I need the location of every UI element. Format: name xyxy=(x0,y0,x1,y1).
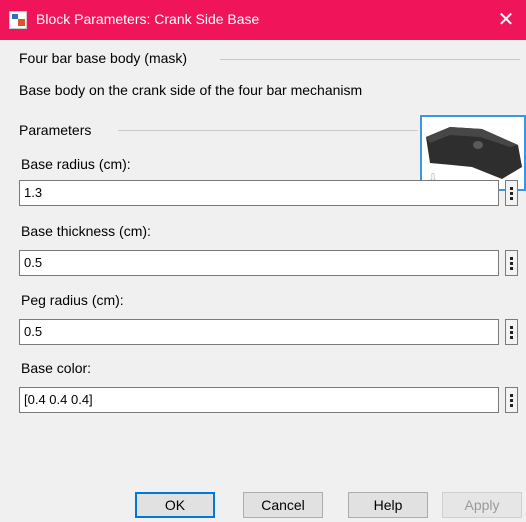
base-radius-input[interactable]: 1.3 xyxy=(19,180,499,206)
mask-group-title: Four bar base body (mask) xyxy=(19,50,188,66)
title-bar: Block Parameters: Crank Side Base ✕ xyxy=(0,0,526,40)
base-thickness-label: Base thickness (cm): xyxy=(21,223,151,239)
base-color-input[interactable]: [0.4 0.4 0.4] xyxy=(19,387,499,413)
peg-radius-options-button[interactable] xyxy=(505,319,518,345)
peg-radius-input[interactable]: 0.5 xyxy=(19,319,499,345)
base-color-label: Base color: xyxy=(21,360,92,376)
base-radius-options-button[interactable] xyxy=(505,180,518,206)
parameters-group-divider xyxy=(118,130,418,131)
cancel-button[interactable]: Cancel xyxy=(243,492,323,518)
mask-group-divider xyxy=(220,59,520,60)
base-thickness-input[interactable]: 0.5 xyxy=(19,250,499,276)
apply-button: Apply xyxy=(442,492,522,518)
peg-radius-label: Peg radius (cm): xyxy=(21,292,124,308)
close-button[interactable]: ✕ xyxy=(486,0,526,40)
parameters-group-title: Parameters xyxy=(19,122,92,138)
base-radius-label: Base radius (cm): xyxy=(21,156,131,172)
help-button[interactable]: Help xyxy=(348,492,428,518)
base-color-options-button[interactable] xyxy=(505,387,518,413)
mask-description: Base body on the crank side of the four … xyxy=(19,82,363,98)
window-title: Block Parameters: Crank Side Base xyxy=(36,11,260,27)
base-thickness-options-button[interactable] xyxy=(505,250,518,276)
simulink-block-icon xyxy=(9,11,27,29)
ok-button[interactable]: OK xyxy=(135,492,215,518)
